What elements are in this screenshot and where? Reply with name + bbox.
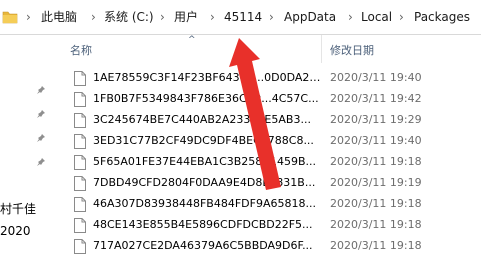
breadcrumb-this-pc[interactable]: 此电脑 [41, 0, 77, 34]
document-icon [74, 134, 86, 149]
file-date: 2020/3/11 19:29 [330, 113, 422, 126]
file-row[interactable]: 46A307D83938448FB484FDF9A65818... 2020/3… [57, 194, 481, 215]
file-date: 2020/3/11 19:42 [330, 92, 422, 105]
breadcrumb-separator[interactable]: › [348, 0, 353, 34]
column-header: ^ 名称 修改日期 [57, 35, 481, 63]
breadcrumb-separator[interactable]: › [210, 0, 215, 34]
breadcrumb-appdata[interactable]: AppData [284, 0, 336, 34]
breadcrumb-local[interactable]: Local [361, 0, 392, 34]
file-name: 7DBD49CFD2804F0DAA9E4D8E6831B... [93, 176, 316, 189]
column-divider[interactable] [321, 35, 322, 63]
file-date: 2020/3/11 19:18 [330, 155, 422, 168]
file-date: 2020/3/11 19:40 [330, 71, 422, 84]
navigation-pane: 村千佳 2020 [0, 35, 57, 254]
file-row[interactable]: 1FB0B7F5349843F786E36CB9...4C57C... 2020… [57, 89, 481, 110]
breadcrumb-separator[interactable]: › [160, 0, 165, 34]
sort-ascending-icon: ^ [188, 35, 196, 45]
file-name: 1FB0B7F5349843F786E36CB9...4C57C... [93, 92, 319, 105]
file-date: 2020/3/11 19:40 [330, 134, 422, 147]
breadcrumb-separator[interactable]: › [399, 0, 404, 34]
file-date: 2020/3/11 19:18 [330, 239, 422, 252]
file-date: 2020/3/11 19:19 [330, 176, 422, 189]
document-icon [74, 239, 86, 254]
document-icon [74, 176, 86, 191]
file-row[interactable]: 3C245674BE7C440AB2A23375E5AB3... 2020/3/… [57, 110, 481, 131]
file-name: 1AE78559C3F14F23BF64387...0D0DA24... [93, 71, 325, 84]
pin-icon[interactable] [36, 109, 46, 119]
column-date-modified-header[interactable]: 修改日期 [330, 42, 374, 58]
file-name: 46A307D83938448FB484FDF9A65818... [93, 197, 316, 210]
nav-item-2020[interactable]: 2020 [0, 224, 31, 238]
breadcrumb-users[interactable]: 用户 [174, 0, 198, 34]
file-name: 5F65A01FE37E44EBA1C3B258C1459B... [93, 155, 317, 168]
breadcrumb-separator[interactable]: › [91, 0, 96, 34]
file-name: 48CE143E855B4E5896CDFDCBD22F5... [93, 218, 313, 231]
column-name-header[interactable]: 名称 [70, 42, 92, 58]
file-row[interactable]: 5F65A01FE37E44EBA1C3B258C1459B... 2020/3… [57, 152, 481, 173]
file-name: 3C245674BE7C440AB2A23375E5AB3... [93, 113, 311, 126]
file-name: 717A027CE2DA46379A6C5BBDA9D6F... [93, 239, 313, 252]
pin-icon[interactable] [36, 85, 46, 95]
breadcrumb-user-45114[interactable]: 45114 [224, 0, 262, 34]
folder-icon [2, 11, 18, 24]
nav-item-user[interactable]: 村千佳 [0, 200, 36, 217]
file-row[interactable]: 48CE143E855B4E5896CDFDCBD22F5... 2020/3/… [57, 215, 481, 236]
breadcrumb-separator[interactable]: › [269, 0, 274, 34]
pin-icon[interactable] [36, 133, 46, 143]
document-icon [74, 197, 86, 212]
file-row[interactable]: 3ED31C77B2CF49DC9DF4BEC2788C8... 2020/3/… [57, 131, 481, 152]
breadcrumb-packages[interactable]: Packages [414, 0, 470, 34]
address-bar[interactable]: › 此电脑 › 系统 (C:) › 用户 › 45114 › AppData ›… [0, 0, 481, 35]
pin-icon[interactable] [36, 157, 46, 167]
breadcrumb-system-c[interactable]: 系统 (C:) [104, 0, 154, 34]
document-icon [74, 71, 86, 86]
document-icon [74, 113, 86, 128]
breadcrumb-separator[interactable]: › [26, 0, 31, 34]
file-row[interactable]: 7DBD49CFD2804F0DAA9E4D8E6831B... 2020/3/… [57, 173, 481, 194]
file-date: 2020/3/11 19:18 [330, 197, 422, 210]
document-icon [74, 218, 86, 233]
file-row[interactable]: 1AE78559C3F14F23BF64387...0D0DA24... 202… [57, 68, 481, 89]
document-icon [74, 155, 86, 170]
document-icon [74, 92, 86, 107]
file-date: 2020/3/11 19:18 [330, 218, 422, 231]
file-name: 3ED31C77B2CF49DC9DF4BEC2788C8... [93, 134, 314, 147]
